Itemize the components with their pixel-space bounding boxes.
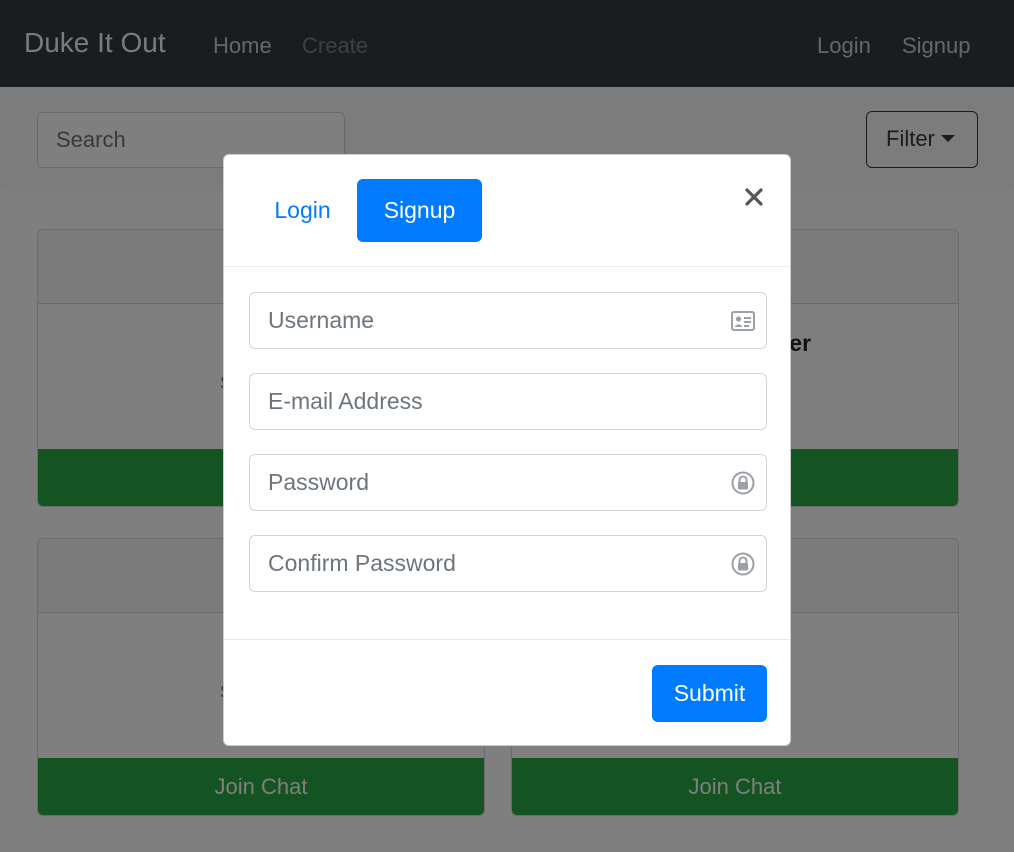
submit-button[interactable]: Submit [652, 665, 767, 722]
id-card-icon [731, 311, 755, 331]
tab-login[interactable]: Login [249, 179, 356, 242]
confirm-password-placeholder: Confirm Password [268, 550, 456, 576]
modal-header: Login Signup [224, 155, 790, 267]
password-field[interactable]: Password [249, 454, 767, 511]
tab-signup[interactable]: Signup [357, 179, 482, 242]
username-field[interactable]: Username [249, 292, 767, 349]
email-placeholder: E-mail Address [268, 388, 423, 414]
lock-icon [731, 552, 755, 576]
confirm-password-field[interactable]: Confirm Password [249, 535, 767, 592]
signup-modal: Login Signup Username E-mail Address Pas… [223, 154, 791, 746]
email-field[interactable]: E-mail Address [249, 373, 767, 430]
close-icon[interactable] [742, 185, 766, 209]
modal-footer: Submit [224, 639, 790, 746]
lock-icon [731, 471, 755, 495]
password-placeholder: Password [268, 469, 369, 495]
username-placeholder: Username [268, 307, 375, 333]
